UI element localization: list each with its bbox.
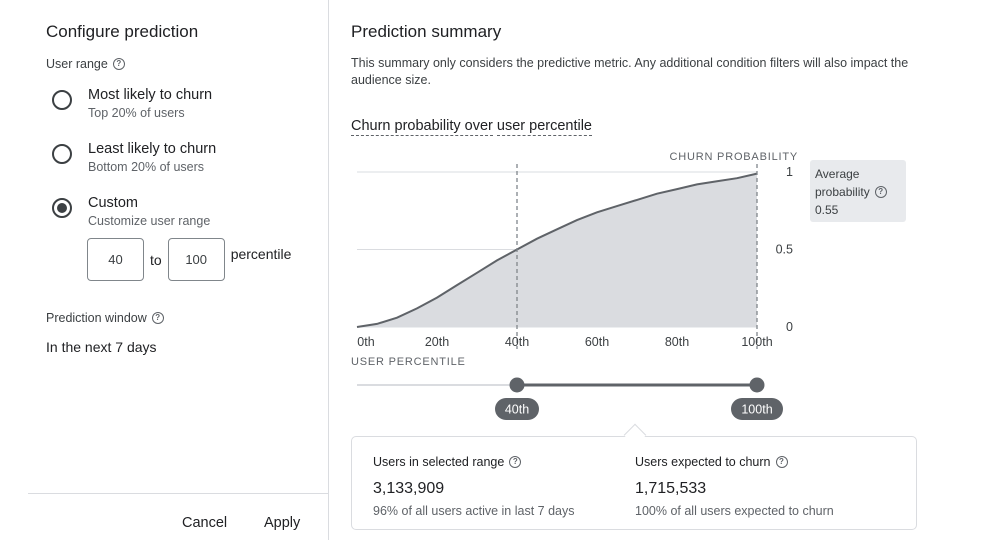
x-tick-label: 60th	[585, 335, 609, 349]
stat-subtext: 96% of all users active in last 7 days	[373, 504, 575, 518]
x-tick-label: 80th	[665, 335, 689, 349]
help-icon[interactable]: ?	[775, 456, 788, 468]
stat-label-text: Users in selected range	[373, 455, 505, 469]
x-tick-label: 100th	[741, 335, 772, 349]
y-tick-label: 1	[786, 165, 793, 179]
stat-subtext: 100% of all users expected to churn	[635, 504, 834, 518]
x-tick-label: 0th	[357, 335, 374, 349]
average-probability-box: Average probability ? 0.55	[810, 160, 906, 222]
slider-label-end: 100th	[741, 403, 772, 417]
x-tick-label: 20th	[425, 335, 449, 349]
x-axis-title: USER PERCENTILE	[351, 356, 466, 368]
stat-value: 3,133,909	[373, 480, 445, 497]
help-icon[interactable]: ?	[509, 456, 522, 468]
stat-label: Users in selected range ?	[373, 455, 522, 469]
avg-label-line1: Average	[815, 167, 860, 181]
footer-divider	[28, 493, 329, 494]
stats-card: Users in selected range ? 3,133,909 96% …	[351, 436, 917, 530]
slider-label-start: 40th	[505, 403, 529, 417]
avg-label-line2: probability	[815, 185, 870, 199]
area-fill	[357, 173, 757, 327]
stat-value: 1,715,533	[635, 480, 707, 497]
apply-button[interactable]: Apply	[264, 515, 300, 531]
x-tick-label: 40th	[505, 335, 529, 349]
slider-handle-end[interactable]	[749, 377, 765, 393]
help-icon[interactable]: ?	[874, 186, 887, 198]
stat-label-text: Users expected to churn	[635, 455, 771, 469]
cancel-button[interactable]: Cancel	[182, 515, 227, 531]
avg-value: 0.55	[815, 203, 839, 217]
slider-handle-start[interactable]	[509, 377, 525, 393]
y-tick-label: 0.5	[776, 243, 793, 257]
y-tick-label: 0	[786, 320, 793, 334]
y-axis-title: CHURN PROBABILITY	[669, 151, 798, 163]
stat-label: Users expected to churn ?	[635, 455, 788, 469]
